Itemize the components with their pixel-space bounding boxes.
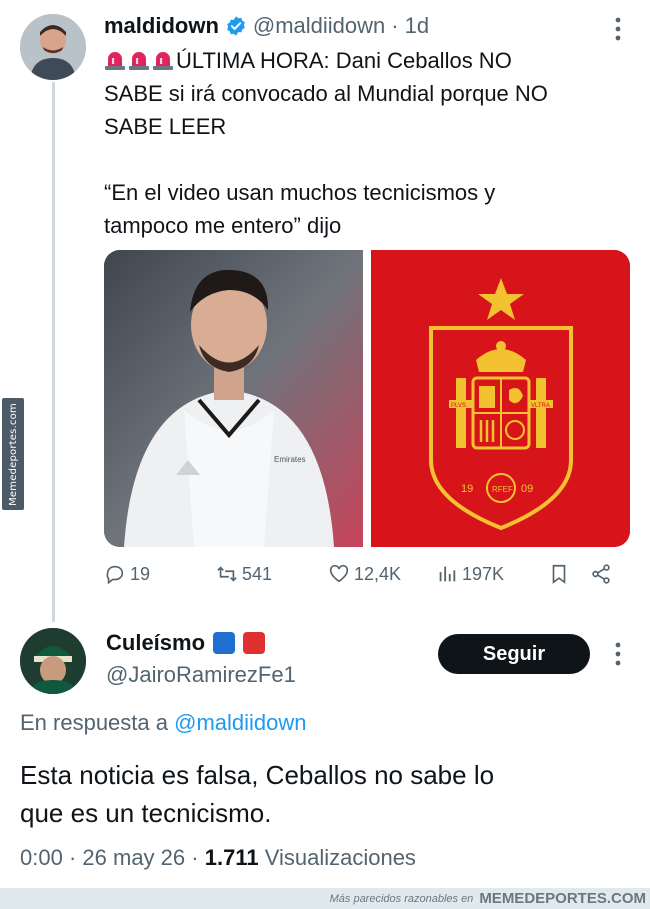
- like-count: 12,4K: [354, 563, 402, 584]
- tweet-time[interactable]: 1d: [405, 12, 429, 40]
- siren-icon: [129, 52, 149, 70]
- reply-time[interactable]: 0:00: [20, 845, 63, 870]
- reply-text-line-2: que es un tecnicismo.: [20, 798, 272, 828]
- views-action[interactable]: 197K: [436, 563, 548, 585]
- bookmark-action[interactable]: [548, 563, 590, 585]
- tweet-header: maldidown @maldiidown · 1d: [104, 12, 429, 40]
- meta-separator: ·: [68, 845, 83, 870]
- verified-icon: [227, 16, 245, 36]
- tweet-actions: 19 541 12,4K 197K: [104, 563, 624, 585]
- footer-tagline: Más parecidos razonables en: [329, 892, 474, 905]
- reply-text-line-1: Esta noticia es falsa, Ceballos no sabe …: [20, 760, 495, 790]
- tweet-media[interactable]: Emirates PLVS VLTRA RFEF 19 09: [104, 250, 630, 547]
- crest-year-right: 09: [521, 483, 533, 495]
- tweet-line-1: ÚLTIMA HORA: Dani Ceballos NO: [176, 48, 512, 73]
- footer-watermark: Más parecidos razonables en MEMEDEPORTES…: [0, 888, 650, 909]
- crest-ribbon-left: PLVS: [451, 403, 466, 409]
- like-icon: [329, 564, 349, 583]
- reply-author-name-row: Culeísmo: [106, 630, 266, 656]
- reply-author-avatar[interactable]: [20, 628, 86, 694]
- reply-views-label: Visualizaciones: [264, 845, 416, 870]
- player-photo[interactable]: Emirates: [104, 250, 363, 547]
- tweet-line-3: SABE LEER: [104, 114, 227, 139]
- reply-author-name[interactable]: Culeísmo: [106, 630, 205, 656]
- views-count: 197K: [462, 563, 505, 584]
- reply-count: 19: [130, 563, 151, 584]
- jacket-sponsor-text: Emirates: [274, 455, 306, 464]
- retweet-action[interactable]: 541: [216, 563, 328, 585]
- side-watermark: Memedeportes.com: [2, 398, 24, 510]
- side-watermark-text: Memedeportes.com: [7, 402, 19, 506]
- bookmark-icon: [552, 564, 566, 584]
- follow-button[interactable]: Seguir: [438, 634, 590, 674]
- tweet-quote-2: tampoco me entero” dijo: [104, 213, 342, 238]
- reply-views-count: 1.711: [204, 845, 259, 870]
- separator: ·: [391, 13, 399, 38]
- author-avatar[interactable]: [20, 14, 86, 80]
- tweet-line-2: SABE si irá convocado al Mundial porque …: [104, 81, 548, 106]
- reply-date[interactable]: 26 may 26: [82, 845, 185, 870]
- author-name[interactable]: maldidown: [104, 12, 219, 40]
- reply-meta: 0:00 · 26 may 26 · 1.711 Visualizaciones: [20, 845, 416, 871]
- crest-year-left: 19: [461, 483, 473, 495]
- more-icon[interactable]: [611, 16, 625, 42]
- crest-ribbon-right: VLTRA: [531, 403, 550, 409]
- reply-action[interactable]: 19: [104, 563, 216, 585]
- views-icon: [439, 566, 456, 582]
- footer-brand[interactable]: MEMEDEPORTES.COM: [479, 890, 646, 907]
- meta-separator: ·: [191, 845, 205, 870]
- reply-mention[interactable]: @maldiidown: [174, 710, 306, 735]
- share-icon: [592, 564, 610, 584]
- tweet-quote-1: “En el video usan muchos tecnicismos y: [104, 180, 496, 205]
- spain-crest-image[interactable]: PLVS VLTRA RFEF 19 09: [371, 250, 630, 547]
- reply-author-handle[interactable]: @JairoRamirezFe1: [106, 662, 296, 688]
- share-action[interactable]: [590, 563, 612, 585]
- like-action[interactable]: 12,4K: [328, 563, 436, 585]
- red-square-icon: [243, 632, 266, 654]
- thread-line: [52, 82, 55, 622]
- author-handle[interactable]: @maldiidown: [253, 12, 385, 40]
- retweet-icon: [217, 566, 237, 582]
- siren-icon: [153, 52, 173, 70]
- reply-context: En respuesta a @maldiidown: [20, 710, 307, 736]
- reply-text: Esta noticia es falsa, Ceballos no sabe …: [20, 756, 620, 832]
- retweet-count: 541: [242, 563, 273, 584]
- more-icon[interactable]: [611, 641, 625, 667]
- tweet-text: ÚLTIMA HORA: Dani Ceballos NO SABE si ir…: [104, 44, 624, 242]
- siren-icon: [105, 52, 125, 70]
- crest-monogram: RFEF: [492, 485, 513, 494]
- blue-square-icon: [213, 632, 236, 654]
- reply-prefix: En respuesta a: [20, 710, 168, 735]
- reply-icon: [106, 565, 124, 585]
